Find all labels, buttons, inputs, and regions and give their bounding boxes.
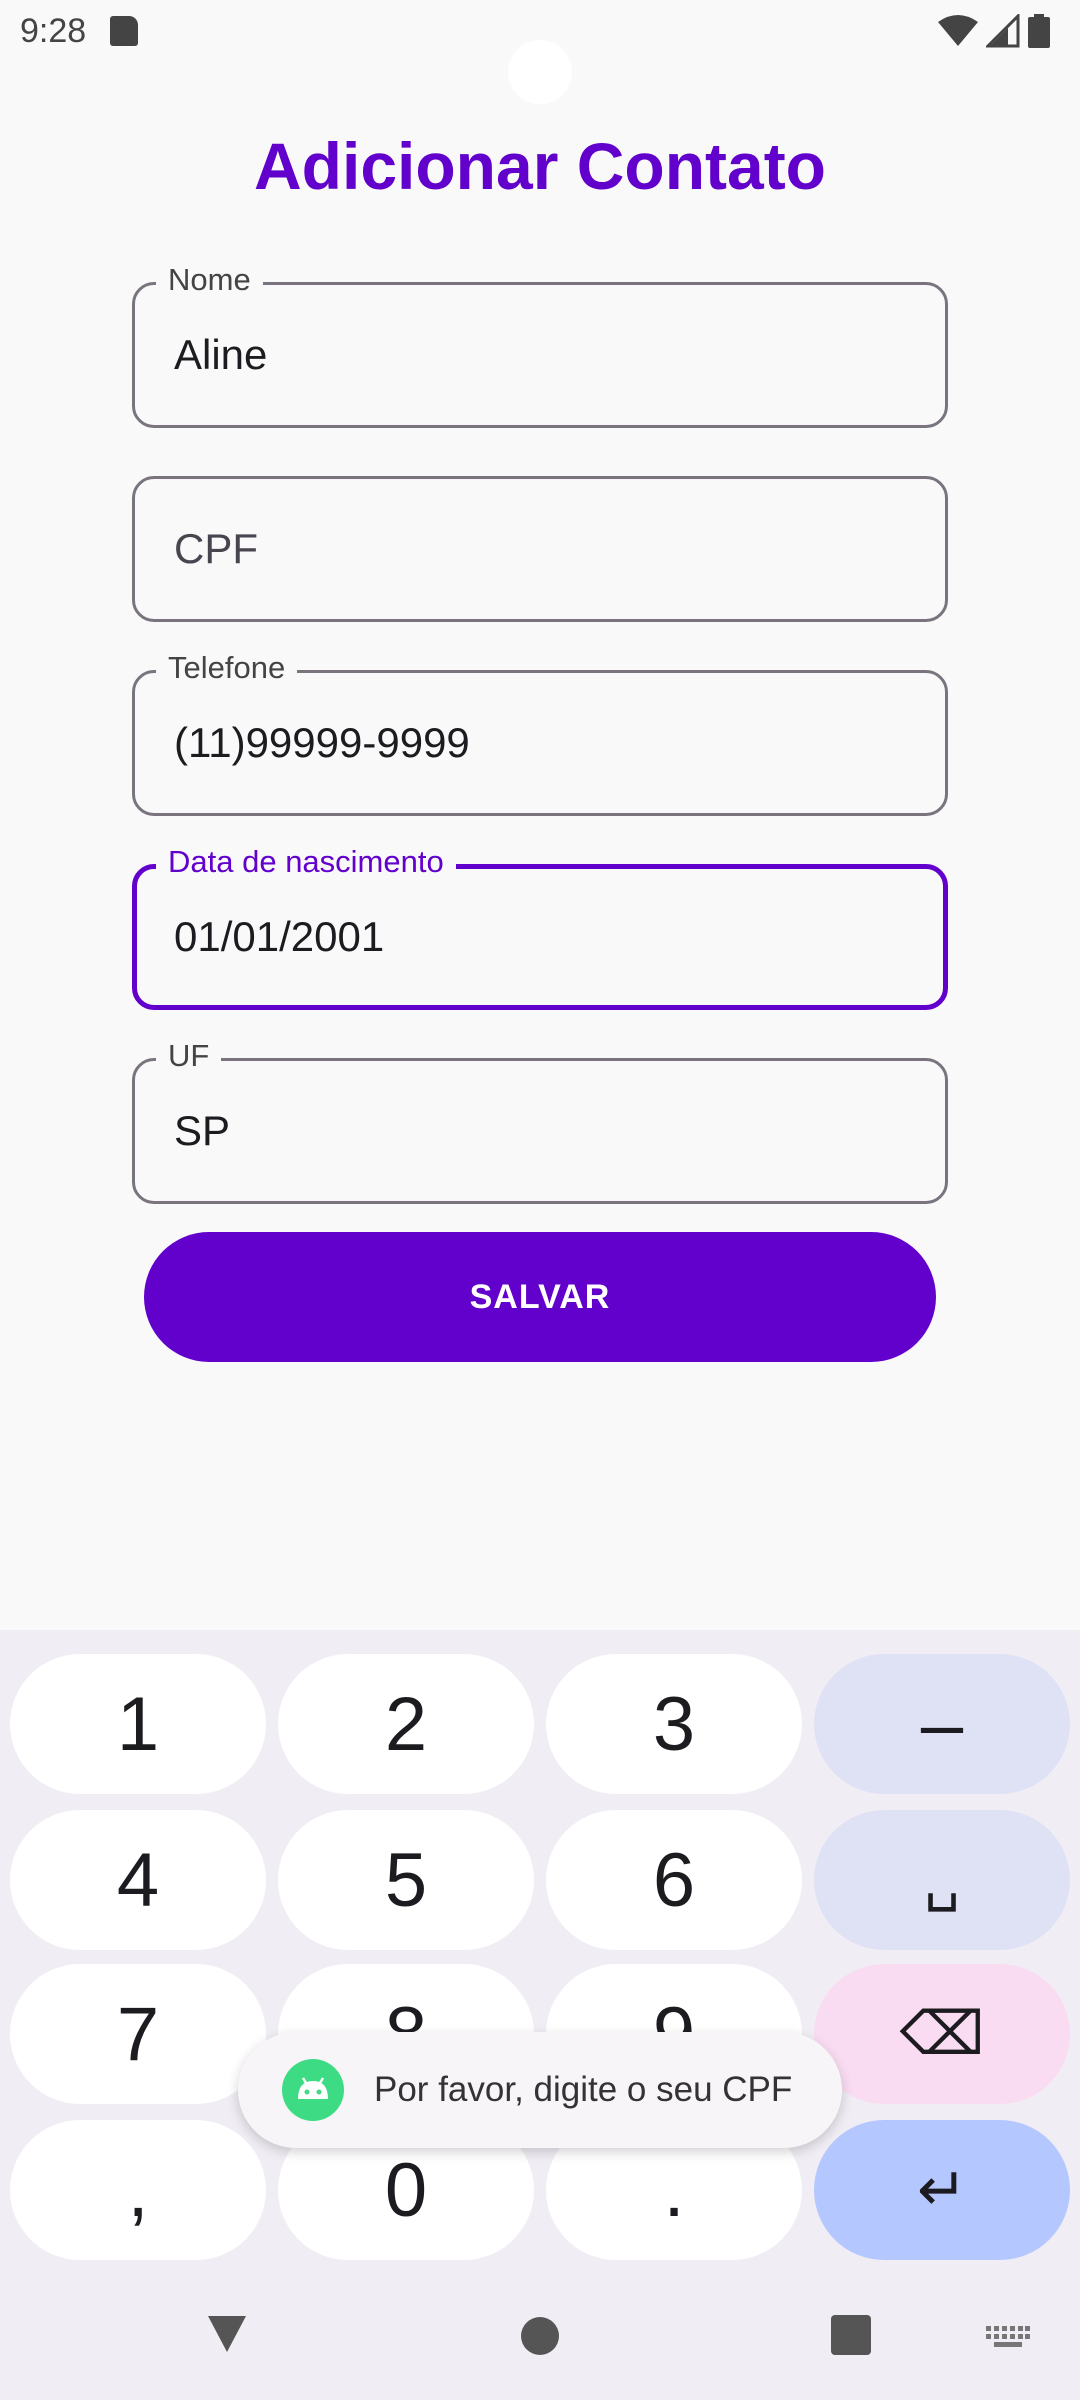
recents-icon[interactable]	[830, 2314, 872, 2356]
birthdate-value: 01/01/2001	[174, 913, 385, 960]
key-5[interactable]: 5	[278, 1810, 534, 1950]
key-comma[interactable]: ,	[10, 2120, 266, 2260]
home-icon[interactable]	[520, 2316, 560, 2356]
name-field[interactable]: Nome Aline	[132, 260, 948, 428]
key-6[interactable]: 6	[546, 1810, 802, 1950]
key-1[interactable]: 1	[10, 1654, 266, 1794]
birthdate-field[interactable]: Data de nascimento 01/01/2001	[132, 842, 948, 1010]
camera-cutout	[508, 40, 572, 104]
key-dash[interactable]: –	[814, 1654, 1070, 1794]
cpf-field[interactable]: CPF	[132, 476, 948, 622]
page-title: Adicionar Contato	[254, 129, 826, 203]
key-2[interactable]: 2	[278, 1654, 534, 1794]
key-space[interactable]: ␣	[814, 1810, 1070, 1950]
key-7[interactable]: 7	[10, 1964, 266, 2104]
keyboard-switch-icon[interactable]	[986, 2326, 1030, 2348]
status-time: 9:28	[20, 12, 87, 50]
android-icon	[282, 2059, 344, 2121]
uf-field[interactable]: UF SP	[132, 1036, 948, 1204]
key-4[interactable]: 4	[10, 1810, 266, 1950]
status-icons	[938, 14, 1050, 48]
battery-icon	[1028, 14, 1050, 48]
numeric-keyboard: 1 2 3 – 4 5 6 ␣ 7 8 9 ⌫ , 0 . ↵	[0, 1630, 1080, 2400]
back-icon[interactable]	[204, 2314, 250, 2354]
key-enter[interactable]: ↵	[814, 2120, 1070, 2260]
save-button[interactable]: SALVAR	[144, 1232, 936, 1362]
wifi-icon	[938, 15, 978, 46]
name-value: Aline	[174, 331, 268, 378]
key-3[interactable]: 3	[546, 1654, 802, 1794]
phone-value: (11)99999-9999	[174, 719, 470, 766]
uf-value: SP	[174, 1107, 231, 1154]
signal-icon	[986, 14, 1020, 48]
cpf-placeholder: CPF	[174, 525, 258, 572]
toast-message: Por favor, digite o seu CPF	[374, 2070, 793, 2109]
toast: Por favor, digite o seu CPF	[238, 2032, 842, 2148]
phone-field[interactable]: Telefone (11)99999-9999	[132, 648, 948, 816]
sd-card-icon	[110, 16, 138, 46]
screen: 9:28 Adicionar Contato Nome Aline CPF Te…	[0, 0, 1080, 2400]
key-backspace[interactable]: ⌫	[814, 1964, 1070, 2104]
